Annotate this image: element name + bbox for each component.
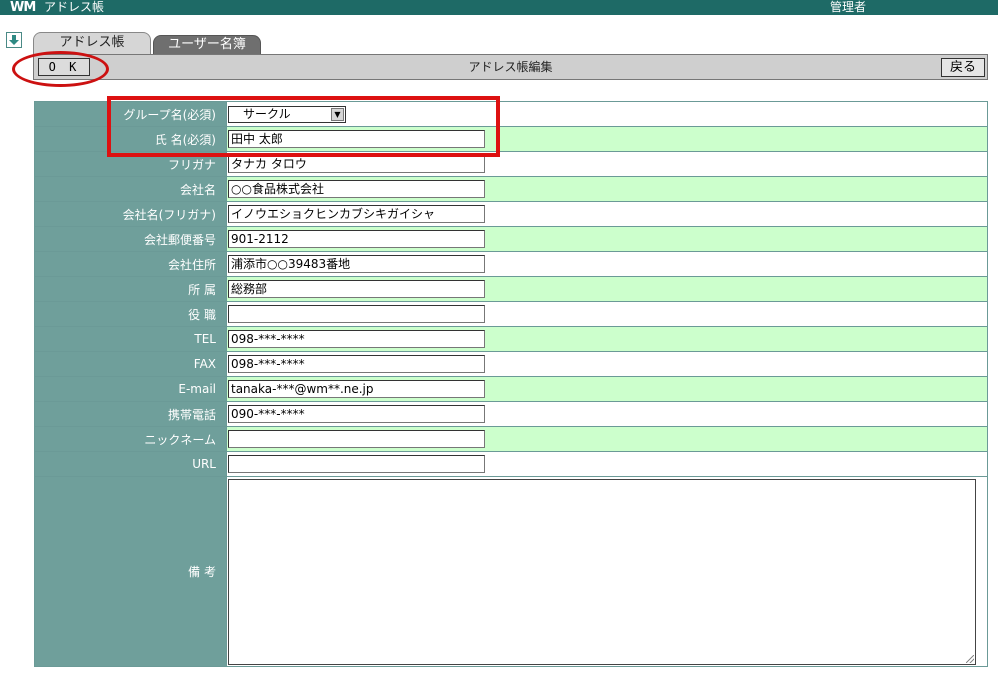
down-arrow-icon[interactable]: [6, 32, 22, 48]
furigana-field[interactable]: タナカ タロウ: [228, 155, 485, 173]
position-field[interactable]: [228, 305, 485, 323]
email-label: E-mail: [34, 376, 227, 402]
tab-user-directory[interactable]: ユーザー名簿: [153, 35, 261, 54]
app-title: アドレス帳: [44, 0, 105, 14]
chevron-down-icon[interactable]: ▼: [331, 107, 344, 121]
fax-field[interactable]: 098-***-****: [228, 355, 485, 373]
postal-code-field[interactable]: 901-2112: [228, 230, 485, 248]
url-field[interactable]: [228, 455, 485, 473]
form-row-company-furigana: 会社名(フリガナ) イノウエショクヒンカブシキガイシャ: [34, 201, 988, 227]
url-label: URL: [34, 451, 227, 477]
mobile-label: 携帯電話: [34, 401, 227, 427]
form-row-nickname: ニックネーム: [34, 426, 988, 452]
company-furigana-field[interactable]: イノウエショクヒンカブシキガイシャ: [228, 205, 485, 223]
form-row-position: 役 職: [34, 301, 988, 327]
tel-field[interactable]: 098-***-****: [228, 330, 485, 348]
notes-textarea[interactable]: [228, 479, 976, 665]
form-row-department: 所 属 総務部: [34, 276, 988, 302]
company-furigana-label: 会社名(フリガナ): [34, 201, 227, 227]
form-row-furigana: フリガナ タナカ タロウ: [34, 151, 988, 177]
page-title: アドレス帳編集: [468, 60, 553, 74]
form-row-notes: 備 考: [34, 476, 988, 667]
group-label: グループ名(必須): [34, 101, 227, 127]
form-row-fax: FAX 098-***-****: [34, 351, 988, 377]
form-row-name: 氏 名(必須) 田中 太郎: [34, 126, 988, 152]
name-field[interactable]: 田中 太郎: [228, 130, 485, 148]
position-label: 役 職: [34, 301, 227, 327]
tel-label: TEL: [34, 326, 227, 352]
nickname-field[interactable]: [228, 430, 485, 448]
company-label: 会社名: [34, 176, 227, 202]
form-row-url: URL: [34, 451, 988, 477]
address-field[interactable]: 浦添市○○39483番地: [228, 255, 485, 273]
form-row-tel: TEL 098-***-****: [34, 326, 988, 352]
group-select-value: サークル: [243, 106, 291, 121]
name-label: 氏 名(必須): [34, 126, 227, 152]
email-field[interactable]: tanaka-***@wm**.ne.jp: [228, 380, 485, 398]
user-name: 管理者: [830, 0, 867, 14]
department-field[interactable]: 総務部: [228, 280, 485, 298]
back-button[interactable]: 戻る: [941, 58, 985, 77]
group-select[interactable]: サークル ▼: [228, 105, 346, 123]
fax-label: FAX: [34, 351, 227, 377]
ok-button[interactable]: O K: [38, 58, 90, 76]
form-row-group: グループ名(必須) サークル ▼: [34, 101, 988, 127]
notes-label: 備 考: [34, 476, 227, 667]
form-row-mobile: 携帯電話 090-***-****: [34, 401, 988, 427]
resize-grip-icon[interactable]: [966, 655, 974, 663]
postal-code-label: 会社郵便番号: [34, 226, 227, 252]
address-label: 会社住所: [34, 251, 227, 277]
department-label: 所 属: [34, 276, 227, 302]
nickname-label: ニックネーム: [34, 426, 227, 452]
form-row-company: 会社名 ○○食品株式会社: [34, 176, 988, 202]
tab-address-book[interactable]: アドレス帳: [33, 32, 151, 55]
company-field[interactable]: ○○食品株式会社: [228, 180, 485, 198]
top-bar: WM アドレス帳 管理者: [0, 0, 998, 15]
mobile-field[interactable]: 090-***-****: [228, 405, 485, 423]
form-row-postal: 会社郵便番号 901-2112: [34, 226, 988, 252]
address-edit-form: グループ名(必須) サークル ▼ 氏 名(必須) 田中 太郎 フリガナ タナカ …: [34, 101, 988, 667]
toolbar: アドレス帳編集 O K 戻る: [33, 54, 988, 80]
furigana-label: フリガナ: [34, 151, 227, 177]
form-row-address: 会社住所 浦添市○○39483番地: [34, 251, 988, 277]
form-row-email: E-mail tanaka-***@wm**.ne.jp: [34, 376, 988, 402]
app-logo: WM: [10, 0, 36, 15]
